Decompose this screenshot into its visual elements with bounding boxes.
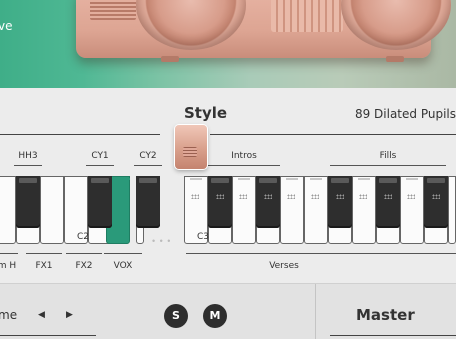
group-label-fx2: FX2 [75, 261, 93, 271]
group-label-cy2: CY2 [139, 151, 157, 161]
note-label-c3: C3 [197, 232, 210, 242]
pattern-grid-icon [407, 194, 415, 199]
white-key[interactable] [280, 176, 304, 244]
pattern-grid-icon [384, 194, 392, 199]
white-key[interactable] [448, 176, 456, 244]
group-underline [26, 253, 62, 254]
group-underline [14, 165, 42, 166]
group-label-fx1: FX1 [35, 261, 53, 271]
pattern-grid-icon [336, 194, 344, 199]
boombox-foot [161, 56, 179, 62]
more-dots: • • • [152, 236, 172, 246]
style-preset-name[interactable]: 89 Dilated Pupils [355, 107, 456, 121]
group-underline [0, 253, 18, 254]
pattern-grid-icon [216, 194, 224, 199]
group-label-fills: Fills [379, 151, 397, 161]
key-indicator [190, 178, 202, 180]
key-indicator [358, 178, 370, 180]
boombox-foot [386, 56, 404, 62]
black-key[interactable] [136, 176, 160, 228]
next-arrow-icon[interactable]: ▶ [66, 309, 73, 320]
pattern-grid-icon [432, 194, 440, 199]
group-label-vox: VOX [113, 261, 133, 271]
boombox-image [76, 0, 451, 62]
black-key[interactable] [208, 176, 232, 228]
white-key[interactable] [352, 176, 376, 244]
group-underline [66, 253, 102, 254]
group-label-cy1: CY1 [91, 151, 109, 161]
group-label-mh: m H [0, 261, 17, 271]
group-underline [208, 165, 280, 166]
pattern-grid-icon [264, 194, 272, 199]
active-indicator [116, 178, 130, 180]
white-key[interactable] [400, 176, 424, 244]
pattern-grid-icon [287, 194, 295, 199]
master-underline [330, 335, 456, 336]
black-key[interactable] [328, 176, 352, 228]
key-indicator [286, 178, 298, 180]
header-rule-left [0, 134, 160, 135]
key-indicator [238, 178, 250, 180]
group-underline [330, 165, 446, 166]
group-label-hh3: HH3 [18, 151, 38, 161]
verses-underline [186, 253, 456, 254]
black-key[interactable] [16, 176, 40, 228]
solo-button[interactable]: S [164, 304, 188, 328]
left-speaker [136, 0, 246, 50]
thumbnail-grille [183, 147, 197, 157]
black-key[interactable] [424, 176, 448, 228]
key-indicator [406, 178, 418, 180]
white-key[interactable] [304, 176, 328, 244]
black-key[interactable] [256, 176, 280, 228]
pattern-grid-icon [191, 194, 199, 199]
name-underline [0, 335, 96, 336]
hero-banner: ve [0, 0, 456, 88]
pattern-grid-icon [311, 194, 319, 199]
hero-label: ve [0, 19, 13, 33]
group-underline [104, 253, 142, 254]
group-underline [134, 165, 162, 166]
group-underline [86, 165, 114, 166]
key-indicator [310, 178, 322, 180]
white-key[interactable] [40, 176, 64, 244]
grille [90, 0, 136, 20]
black-key[interactable] [376, 176, 400, 228]
note-label-c2: C2 [77, 232, 90, 242]
pattern-grid-icon [359, 194, 367, 199]
right-speaker [341, 0, 451, 50]
panel-divider [315, 284, 316, 339]
mute-button[interactable]: M [203, 304, 227, 328]
master-label: Master [356, 306, 415, 324]
boombox-panel [271, 0, 343, 32]
style-thumbnail[interactable] [175, 125, 207, 169]
white-key[interactable] [0, 176, 16, 244]
header-rule-right [210, 134, 456, 135]
group-label-intros: Intros [231, 151, 257, 161]
instrument-name: me [0, 308, 18, 322]
group-label-verses: Verses [269, 261, 299, 271]
style-title: Style [184, 104, 228, 122]
previous-arrow-icon[interactable]: ◀ [38, 309, 45, 320]
black-key[interactable] [88, 176, 112, 228]
pattern-grid-icon [239, 194, 247, 199]
bottom-panel: me ◀ ▶ S M Master [0, 283, 456, 339]
white-key[interactable] [232, 176, 256, 244]
